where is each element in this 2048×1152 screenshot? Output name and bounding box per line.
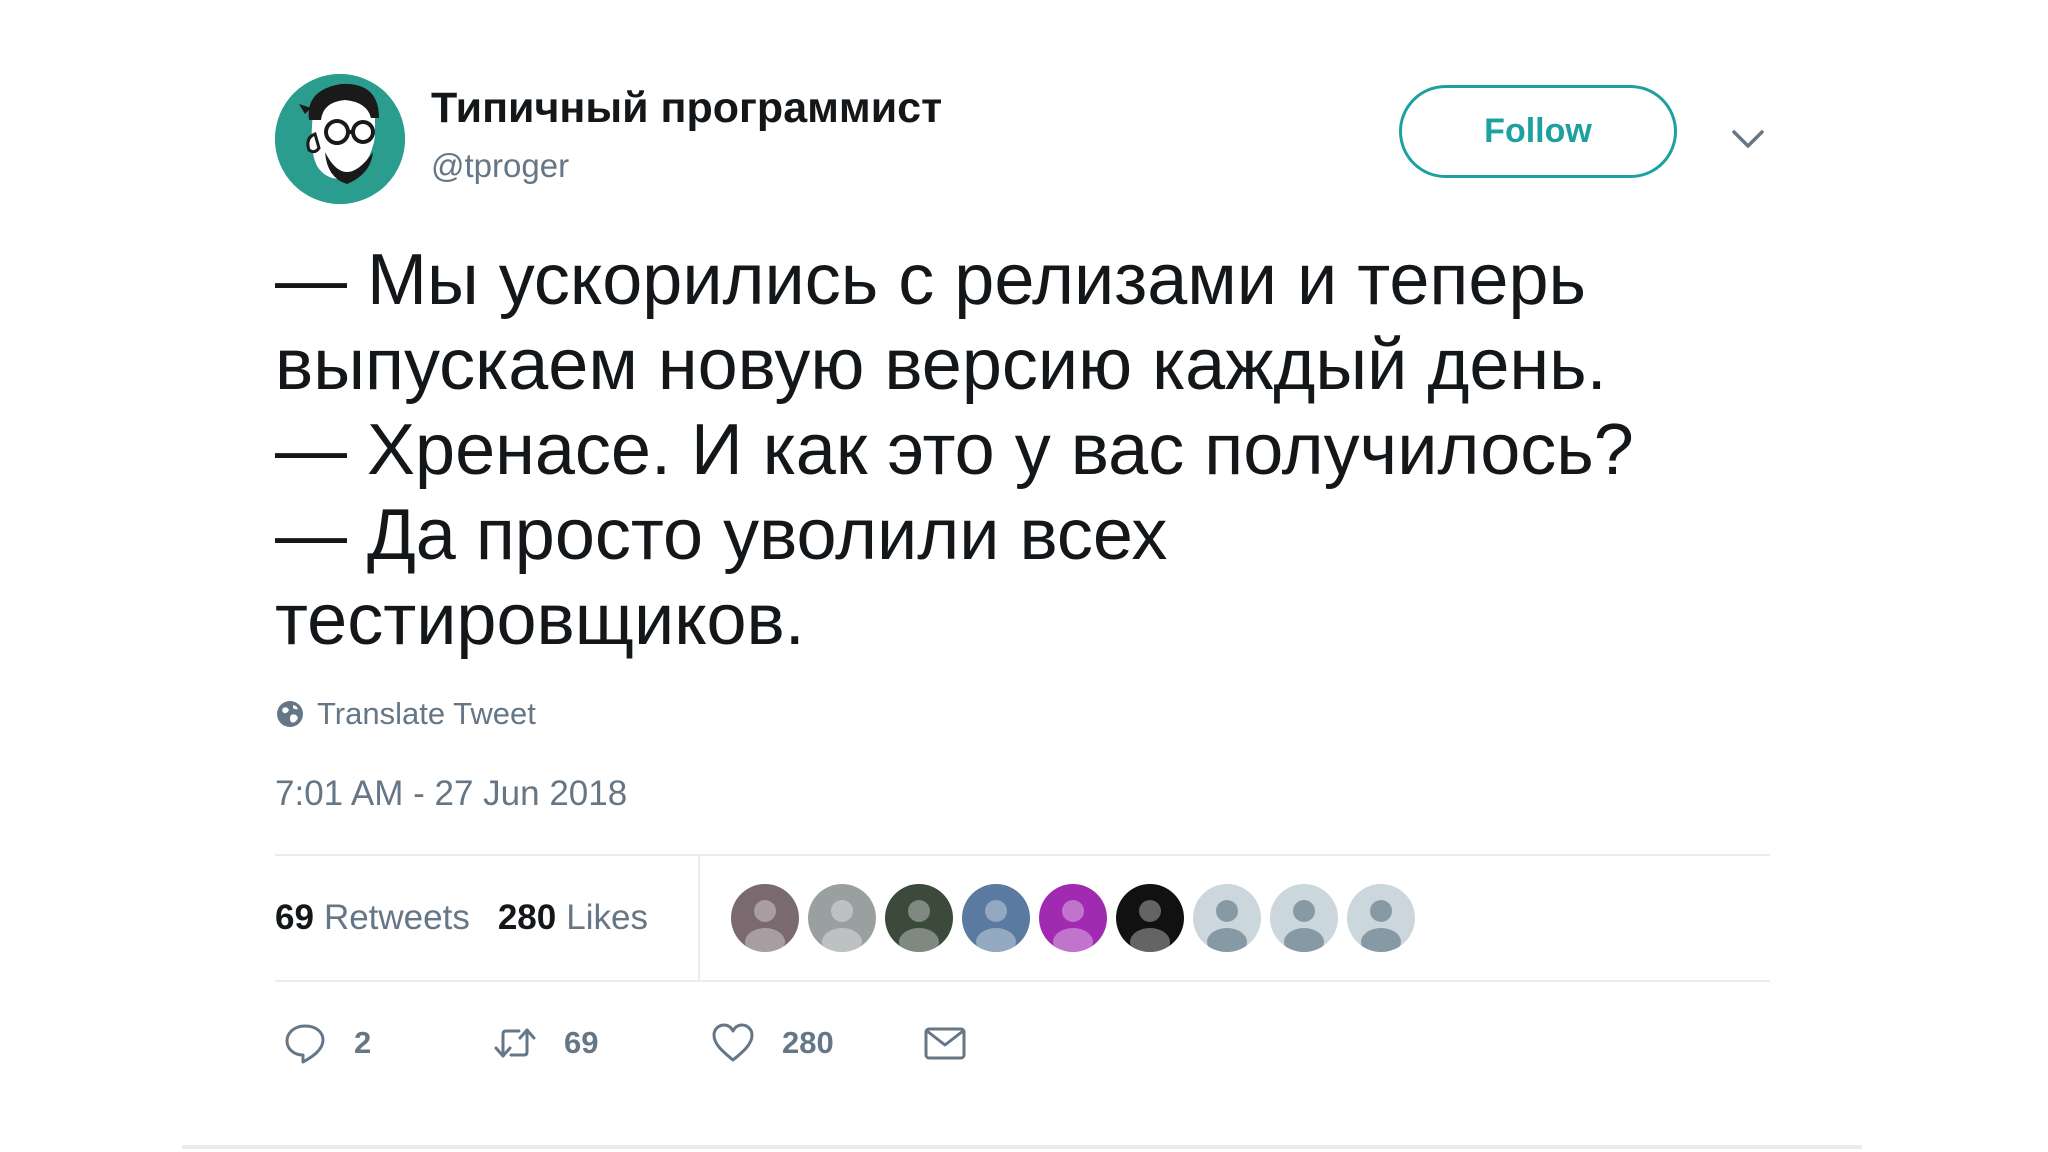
retweets-label: Retweets xyxy=(323,898,470,937)
engagement-stats: 69 Retweets 280 Likes xyxy=(275,893,648,943)
likes-label: Likes xyxy=(566,898,648,937)
bottom-divider xyxy=(182,1145,1862,1149)
liker-avatar[interactable] xyxy=(962,884,1030,952)
tweet-line: — Мы ускорились с релизами и теперь xyxy=(275,240,1587,320)
liker-avatar[interactable] xyxy=(1039,884,1107,952)
translate-label: Translate Tweet xyxy=(317,696,536,731)
liker-avatar[interactable] xyxy=(1347,884,1415,952)
liker-avatar[interactable] xyxy=(1270,884,1338,952)
display-name[interactable]: Типичный программист xyxy=(431,84,942,133)
retweet-count: 69 xyxy=(564,1025,599,1060)
tweet-line: выпускаем новую версию каждый день. xyxy=(275,325,1607,405)
divider xyxy=(275,980,1770,982)
retweets-count: 69 xyxy=(275,898,314,937)
heart-icon xyxy=(712,1023,754,1062)
direct-message-button[interactable] xyxy=(922,1018,968,1068)
tweet-timestamp[interactable]: 7:01 AM - 27 Jun 2018 xyxy=(275,774,627,814)
liker-avatar[interactable] xyxy=(1193,884,1261,952)
liker-avatar-5 xyxy=(1039,884,1107,952)
retweet-icon xyxy=(494,1028,536,1058)
liker-avatar[interactable] xyxy=(885,884,953,952)
retweets-stat[interactable]: 69 Retweets xyxy=(275,898,470,938)
likes-count: 280 xyxy=(497,898,557,937)
liker-avatar-3 xyxy=(885,884,953,952)
envelope-icon xyxy=(924,1027,966,1060)
liker-avatar-6 xyxy=(1116,884,1184,952)
reply-count: 2 xyxy=(354,1025,372,1060)
like-count: 280 xyxy=(782,1025,834,1060)
liker-avatars xyxy=(731,884,1415,952)
divider xyxy=(275,854,1770,856)
retweet-button[interactable]: 69 xyxy=(492,1018,598,1068)
liker-avatar[interactable] xyxy=(808,884,876,952)
tweet-line: — Хренасе. И как это у вас получилось? xyxy=(275,410,1634,490)
default-avatar xyxy=(1347,884,1415,952)
liker-avatar[interactable] xyxy=(731,884,799,952)
follow-button[interactable]: Follow xyxy=(1399,85,1677,178)
avatar-face-icon xyxy=(275,74,405,204)
reply-button[interactable]: 2 xyxy=(282,1018,371,1068)
liker-avatar[interactable] xyxy=(1116,884,1184,952)
tweet-line: — Да просто уволили всех xyxy=(275,495,1168,575)
tweet-card: Типичный программист @tproger Follow — М… xyxy=(0,0,2048,1152)
translate-tweet-link[interactable]: Translate Tweet xyxy=(275,694,536,734)
tweet-text: — Мы ускорились с релизами и теперь выпу… xyxy=(275,238,1795,663)
globe-icon xyxy=(277,701,303,727)
tweet-line: тестировщиков. xyxy=(275,580,805,660)
chevron-down-icon[interactable] xyxy=(1728,121,1768,157)
liker-avatar-2 xyxy=(808,884,876,952)
default-avatar xyxy=(1270,884,1338,952)
reply-icon xyxy=(285,1024,325,1064)
liker-avatar-4 xyxy=(962,884,1030,952)
liker-avatar-1 xyxy=(731,884,799,952)
profile-avatar[interactable] xyxy=(275,74,405,204)
like-button[interactable]: 280 xyxy=(710,1018,834,1068)
user-handle[interactable]: @tproger xyxy=(431,147,569,185)
default-avatar xyxy=(1193,884,1261,952)
likes-stat[interactable]: 280 Likes xyxy=(498,898,648,938)
stats-separator xyxy=(698,856,700,980)
